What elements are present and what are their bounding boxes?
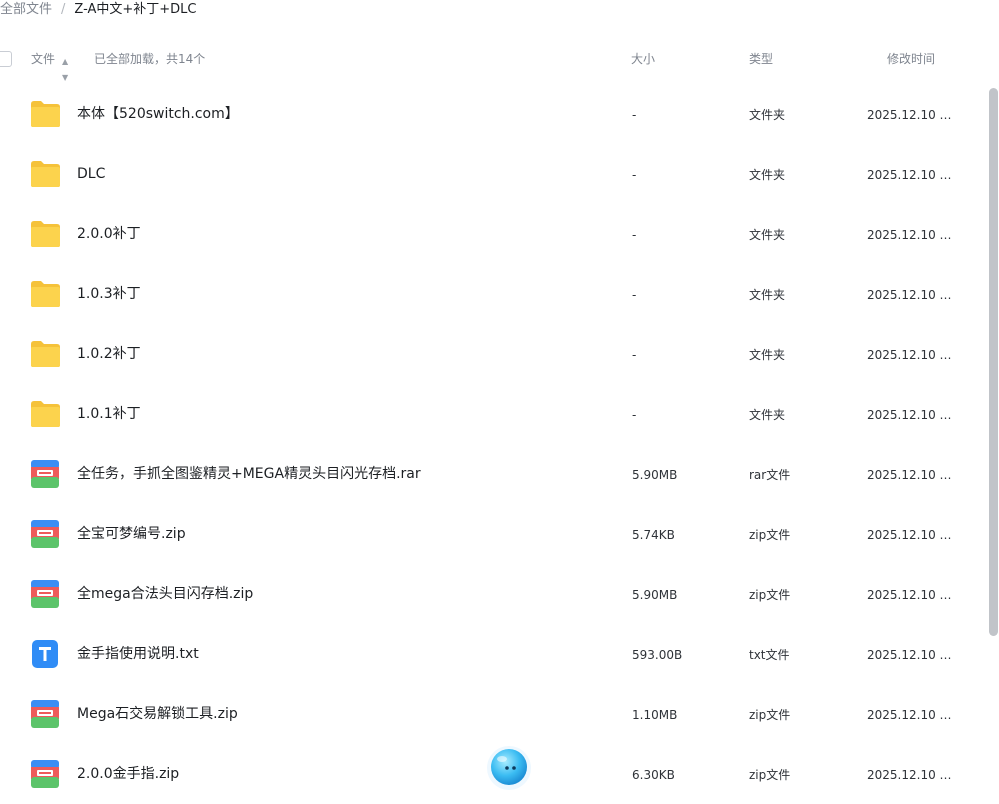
file-row[interactable]: DLC - 文件夹 2025.12.10 2... — [0, 144, 985, 204]
file-modified: 2025.12.10 2... — [867, 468, 952, 482]
file-modified: 2025.12.10 2... — [867, 588, 952, 602]
file-name[interactable]: 1.0.2补丁 — [77, 345, 141, 363]
file-type: zip文件 — [749, 708, 791, 722]
folder-icon — [30, 279, 61, 309]
file-name[interactable]: 全mega合法头目闪存档.zip — [77, 585, 253, 603]
file-modified: 2025.12.10 2... — [867, 768, 952, 782]
folder-icon — [30, 219, 61, 249]
file-size: - — [632, 228, 637, 242]
file-name[interactable]: 全宝可梦编号.zip — [77, 525, 186, 543]
file-row[interactable]: 2.0.0补丁 - 文件夹 2025.12.10 2... — [0, 204, 985, 264]
file-modified: 2025.12.10 2... — [867, 108, 952, 122]
file-name[interactable]: 全任务，手抓全图鉴精灵+MEGA精灵头目闪光存档.rar — [77, 465, 421, 483]
folder-icon — [30, 339, 61, 369]
breadcrumb-separator: / — [61, 2, 66, 17]
file-row[interactable]: 1.0.3补丁 - 文件夹 2025.12.10 2... — [0, 264, 985, 324]
file-list-header: 文件 ▲ ▼ 已全部加载，共14个 大小 类型 修改时间 — [0, 45, 999, 82]
scrollbar[interactable] — [987, 88, 999, 793]
select-all-checkbox[interactable] — [0, 51, 12, 67]
file-size: - — [632, 348, 637, 362]
file-name[interactable]: 2.0.0补丁 — [77, 225, 141, 243]
file-modified: 2025.12.10 2... — [867, 228, 952, 242]
file-type: 文件夹 — [749, 408, 786, 422]
text-file-icon — [30, 639, 61, 669]
column-header-modified[interactable]: 修改时间 — [887, 51, 935, 67]
sort-caret-icon[interactable]: ▲ ▼ — [62, 54, 68, 86]
archive-icon — [30, 459, 61, 489]
archive-icon — [30, 699, 61, 729]
file-size: 6.30KB — [632, 768, 675, 782]
file-type: zip文件 — [749, 588, 791, 602]
file-type: zip文件 — [749, 528, 791, 542]
file-modified: 2025.12.10 2... — [867, 648, 952, 662]
folder-icon — [30, 159, 61, 189]
file-row[interactable]: 全任务，手抓全图鉴精灵+MEGA精灵头目闪光存档.rar 5.90MB rar文件 2… — [0, 444, 985, 504]
file-modified: 2025.12.10 2... — [867, 288, 952, 302]
file-modified: 2025.12.10 2... — [867, 408, 952, 422]
file-type: 文件夹 — [749, 288, 786, 302]
file-size: - — [632, 108, 637, 122]
file-size: 5.74KB — [632, 528, 675, 542]
file-type: 文件夹 — [749, 168, 786, 182]
file-name[interactable]: 金手指使用说明.txt — [77, 645, 199, 663]
file-size: - — [632, 408, 637, 422]
file-row[interactable]: 1.0.2补丁 - 文件夹 2025.12.10 2... — [0, 324, 985, 384]
file-row[interactable]: 全mega合法头目闪存档.zip 5.90MB zip文件 2025.12.10 2.… — [0, 564, 985, 624]
breadcrumb: 全部文件 / Z-A中文+补丁+DLC — [0, 0, 197, 20]
file-size: - — [632, 288, 637, 302]
file-row[interactable]: 本体【520switch.com】 - 文件夹 2025.12.10 2... — [0, 84, 985, 144]
file-name[interactable]: 1.0.3补丁 — [77, 285, 141, 303]
file-row[interactable]: 金手指使用说明.txt 593.00B txt文件 2025.12.10 2... — [0, 624, 985, 684]
column-header-size[interactable]: 大小 — [631, 51, 655, 67]
column-header-type[interactable]: 类型 — [749, 51, 773, 67]
column-header-name[interactable]: 文件 — [31, 51, 55, 67]
breadcrumb-current-folder: Z-A中文+补丁+DLC — [74, 2, 197, 17]
file-name[interactable]: Mega石交易解锁工具.zip — [77, 705, 238, 723]
file-name[interactable]: 1.0.1补丁 — [77, 405, 141, 423]
assistant-bubble-icon[interactable] — [486, 745, 532, 791]
file-name[interactable]: 本体【520switch.com】 — [77, 105, 239, 123]
file-size: 5.90MB — [632, 468, 678, 482]
load-status-text: 已全部加载，共14个 — [94, 52, 206, 66]
file-name[interactable]: 2.0.0金手指.zip — [77, 765, 179, 783]
file-type: 文件夹 — [749, 108, 786, 122]
file-type: 文件夹 — [749, 348, 786, 362]
file-row[interactable]: Mega石交易解锁工具.zip 1.10MB zip文件 2025.12.10 2..… — [0, 684, 985, 744]
file-row[interactable]: 1.0.1补丁 - 文件夹 2025.12.10 2... — [0, 384, 985, 444]
folder-icon — [30, 399, 61, 429]
archive-icon — [30, 519, 61, 549]
archive-icon — [30, 759, 61, 789]
file-modified: 2025.12.10 2... — [867, 168, 952, 182]
scrollbar-thumb[interactable] — [989, 88, 998, 636]
file-type: zip文件 — [749, 768, 791, 782]
file-type: 文件夹 — [749, 228, 786, 242]
breadcrumb-root-link[interactable]: 全部文件 — [0, 2, 52, 17]
file-type: rar文件 — [749, 468, 791, 482]
file-size: - — [632, 168, 637, 182]
file-size: 5.90MB — [632, 588, 678, 602]
file-row[interactable]: 全宝可梦编号.zip 5.74KB zip文件 2025.12.10 2... — [0, 504, 985, 564]
file-type: txt文件 — [749, 648, 790, 662]
file-modified: 2025.12.10 2... — [867, 528, 952, 542]
file-size: 1.10MB — [632, 708, 678, 722]
archive-icon — [30, 579, 61, 609]
folder-icon — [30, 99, 61, 129]
file-size: 593.00B — [632, 648, 683, 662]
file-name[interactable]: DLC — [77, 165, 105, 183]
file-modified: 2025.12.10 2... — [867, 708, 952, 722]
file-modified: 2025.12.10 2... — [867, 348, 952, 362]
